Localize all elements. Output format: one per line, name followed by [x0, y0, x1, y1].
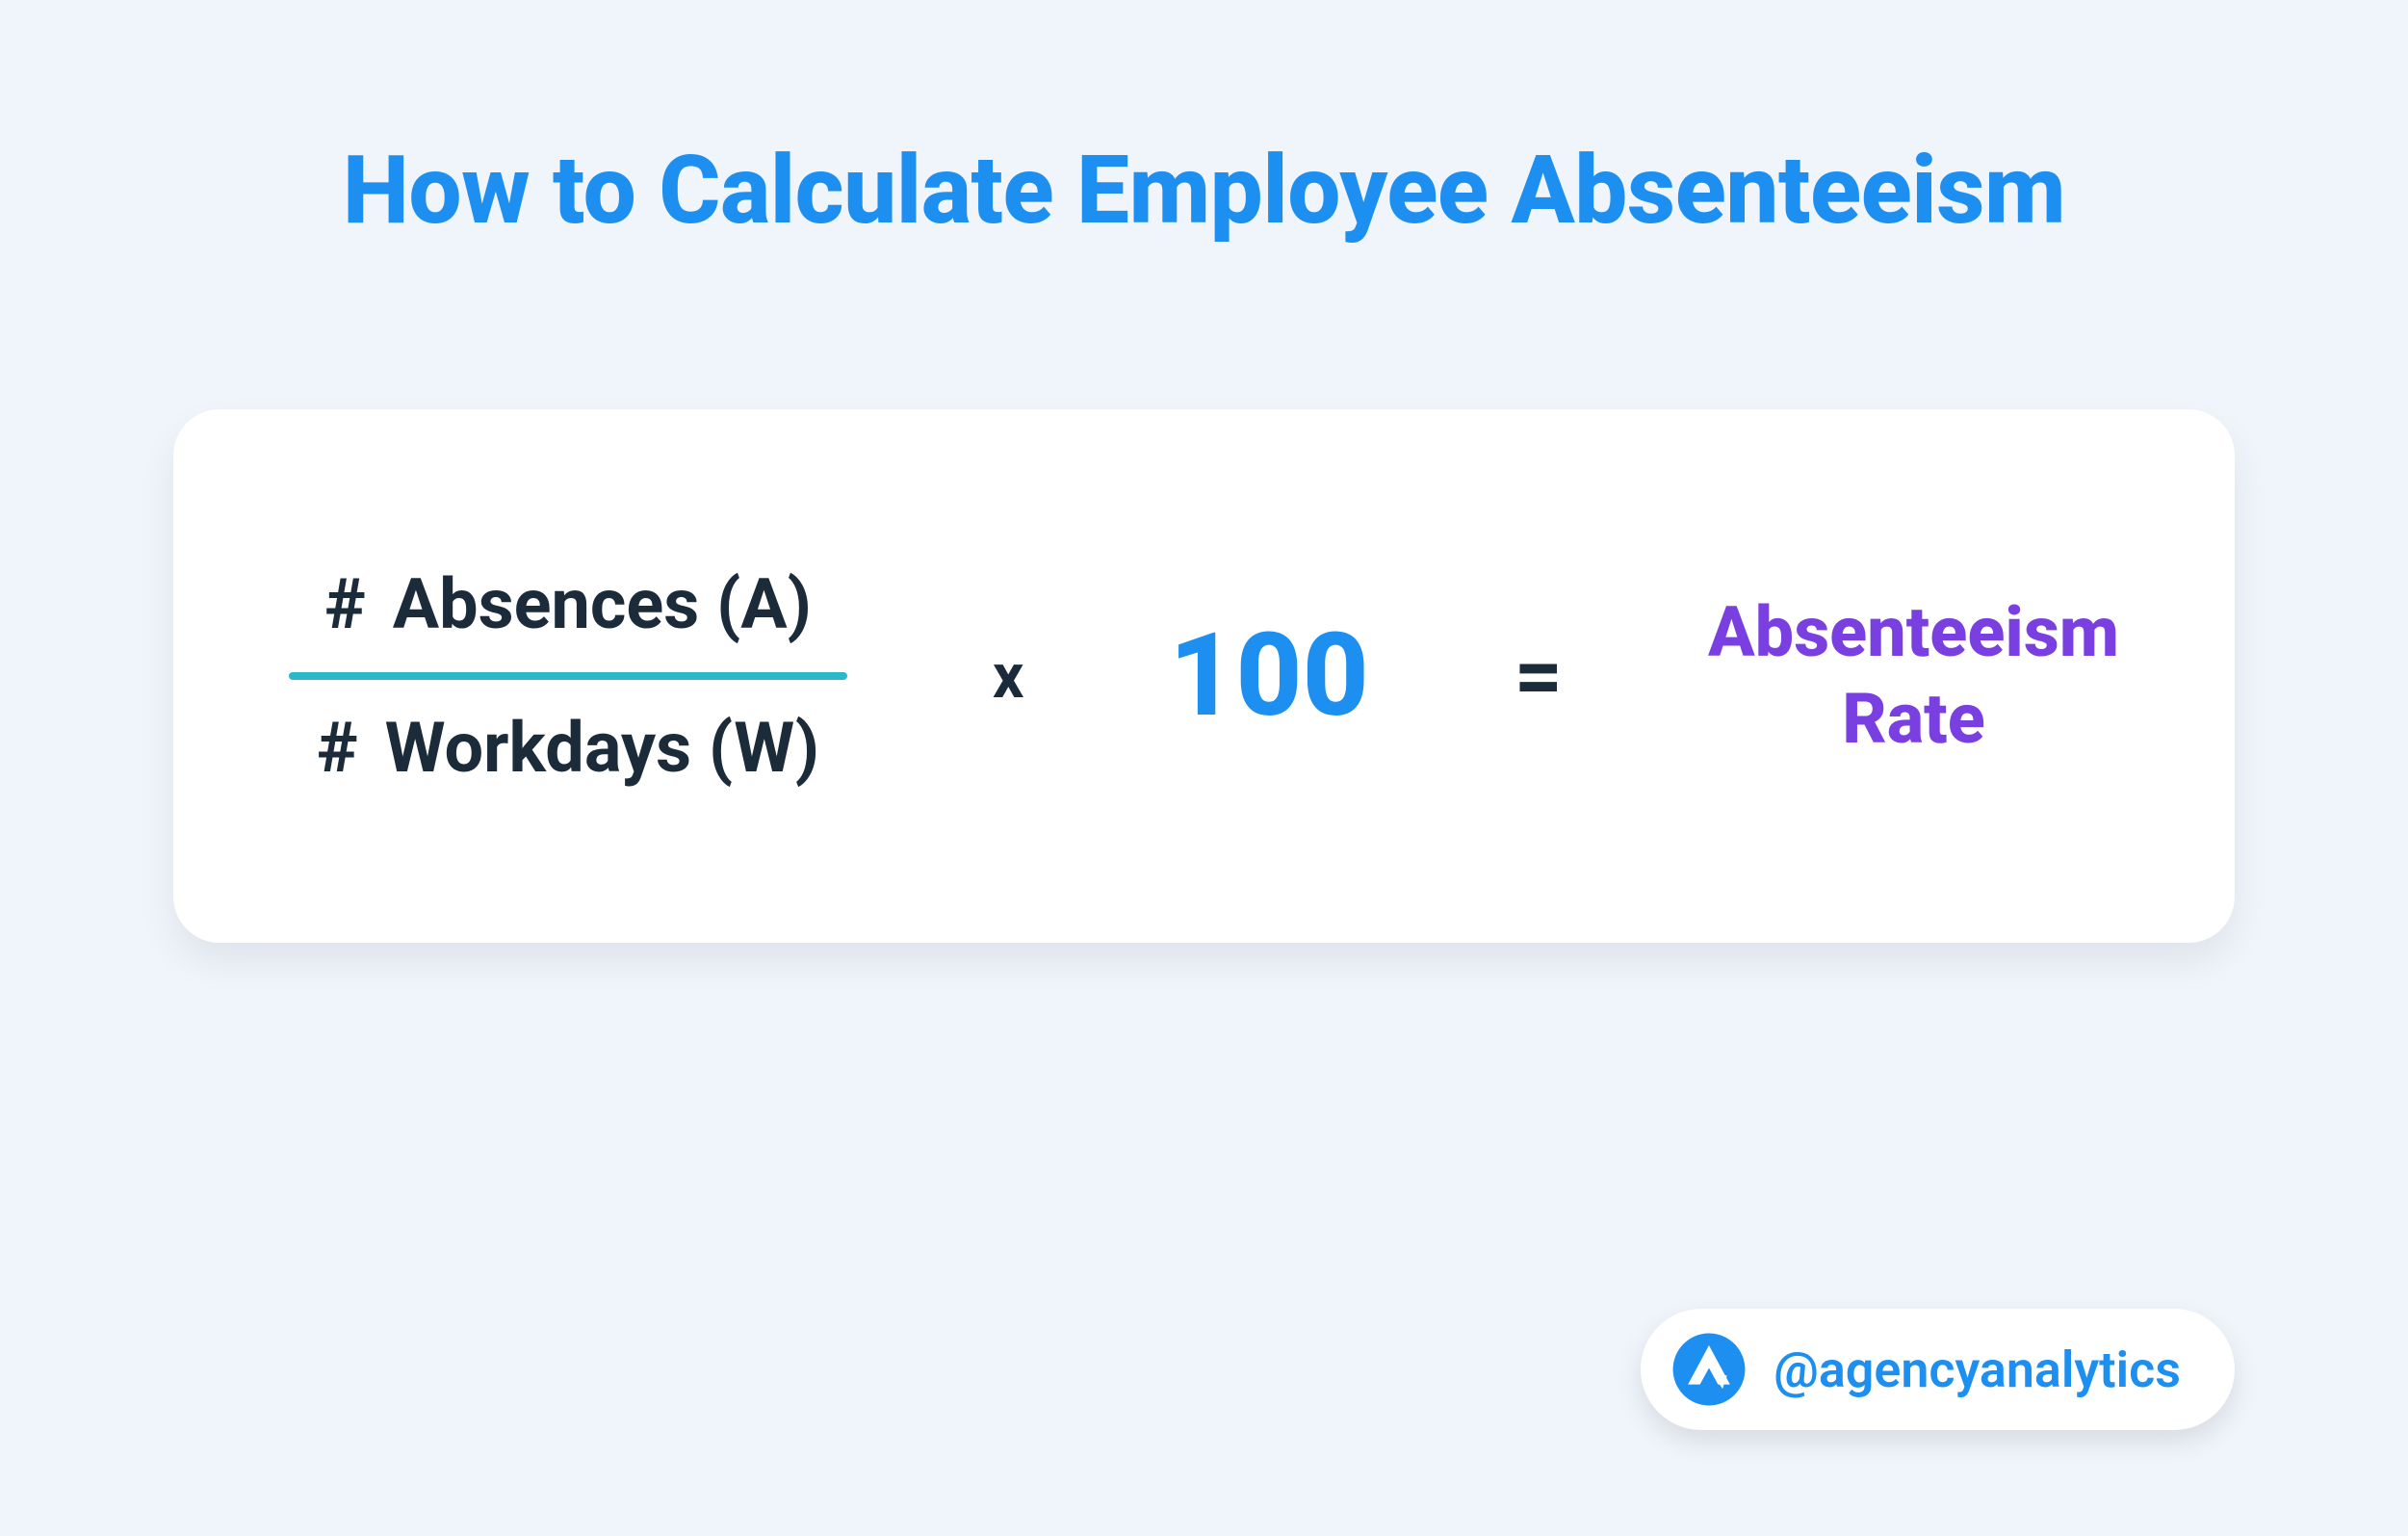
result-line-1: Absenteeism [1708, 589, 2119, 676]
brand-handle: @agencyanalytics [1774, 1341, 2181, 1399]
denominator-text: Workdays (W) [385, 707, 819, 789]
page-title: How to Calculate Employee Absenteeism [0, 0, 2408, 246]
fraction-block: # Absences (A) # Workdays (W) [289, 563, 847, 789]
fraction-divider [289, 672, 847, 680]
denominator-row: # Workdays (W) [317, 707, 819, 789]
result-label: Absenteeism Rate [1708, 589, 2119, 763]
brand-logo-icon [1671, 1332, 1747, 1407]
result-line-2: Rate [1708, 676, 2119, 763]
numerator-row: # Absences (A) [324, 563, 812, 645]
brand-badge: @agencyanalytics [1641, 1309, 2235, 1430]
equals-symbol: = [1515, 627, 1564, 726]
multiply-symbol: x [993, 640, 1024, 713]
multiplier-value: 100 [1169, 609, 1369, 743]
hash-symbol-top: # [324, 563, 366, 645]
hash-symbol-bottom: # [317, 707, 358, 789]
formula-card: # Absences (A) # Workdays (W) x 100 = Ab… [173, 409, 2235, 943]
numerator-text: Absences (A) [393, 563, 812, 645]
